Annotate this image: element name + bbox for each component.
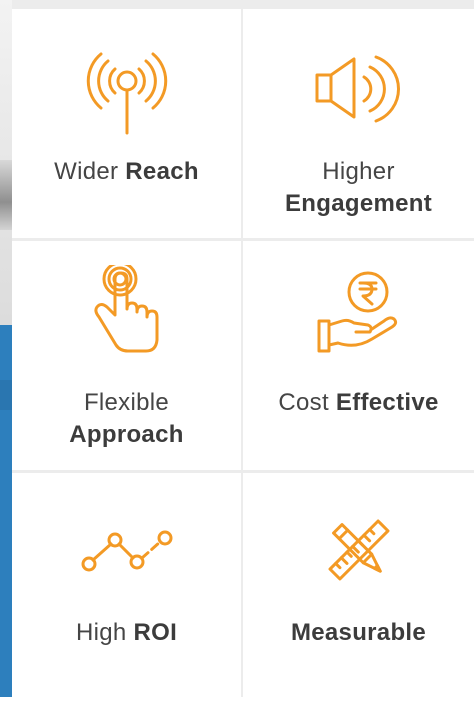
label-light: Higher xyxy=(322,158,395,185)
rupee-hand-icon xyxy=(316,271,402,355)
line-graph-icon xyxy=(81,529,173,573)
pencil-ruler-icon xyxy=(322,513,396,587)
feature-label: Wider Reach xyxy=(12,156,241,188)
label-light: Cost xyxy=(278,389,329,416)
grid-top-border xyxy=(243,0,474,6)
feature-card-wider-reach: Wider Reach xyxy=(12,9,241,238)
label-bold: Reach xyxy=(125,158,199,185)
label-bold: ROI xyxy=(133,619,178,646)
antenna-signal-icon xyxy=(82,47,172,137)
grid-top-border xyxy=(12,0,241,6)
features-grid: Wider Reach Higher Engagement Flexible A… xyxy=(12,0,474,704)
feature-label: Cost Effective xyxy=(243,387,474,419)
feature-label: Flexible Approach xyxy=(12,387,241,451)
strip-shadow xyxy=(0,160,12,230)
feature-card-cost-effective: Cost Effective xyxy=(243,241,474,470)
feature-label: High ROI xyxy=(12,617,241,649)
label-bold: Effective xyxy=(335,389,439,416)
label-bold: Measurable xyxy=(290,619,427,646)
feature-card-higher-engagement: Higher Engagement xyxy=(243,9,474,238)
feature-label: Higher Engagement xyxy=(243,156,474,220)
feature-card-flexible-approach: Flexible Approach xyxy=(12,241,241,470)
label-light: Flexible xyxy=(83,389,170,416)
feature-label: Measurable xyxy=(243,617,474,649)
label-light: Wider xyxy=(54,158,119,185)
feature-card-high-roi: High ROI xyxy=(12,473,241,704)
label-bold: Engagement xyxy=(284,190,433,217)
speaker-icon xyxy=(314,51,404,127)
left-background-strip xyxy=(0,0,12,697)
label-bold: Approach xyxy=(69,421,184,448)
strip-band xyxy=(0,380,12,410)
label-light: High xyxy=(75,619,127,646)
feature-card-measurable: Measurable xyxy=(243,473,474,704)
touch-hand-icon xyxy=(90,265,164,357)
